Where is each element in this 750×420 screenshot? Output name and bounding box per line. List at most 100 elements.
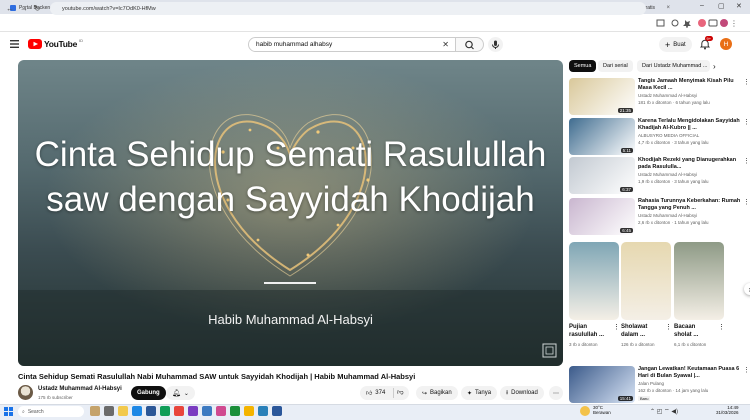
forward-button[interactable]: → xyxy=(20,4,28,13)
system-tray-icons[interactable]: ⌃ ◰ ⌔ ◀︎) xyxy=(650,407,678,415)
more-options-icon[interactable]: ⋮ xyxy=(743,78,750,86)
voice-search-button[interactable] xyxy=(488,37,503,52)
like-count: 374 xyxy=(375,390,386,396)
widgets-icon[interactable] xyxy=(90,406,100,416)
more-options-icon[interactable]: ⋮ xyxy=(743,198,750,206)
download-button[interactable]: ⭳ Download xyxy=(500,386,544,400)
duration-badge: 5:11 xyxy=(620,148,633,153)
recommended-channel: Jalan Pulang xyxy=(638,381,665,386)
video-thumbnail: 21:35 xyxy=(569,78,635,115)
more-options-icon[interactable]: ⋮ xyxy=(718,323,725,331)
app-icon[interactable] xyxy=(160,406,170,416)
more-options-icon[interactable]: ⋮ xyxy=(743,118,750,126)
address-bar-row xyxy=(0,14,750,32)
task-view-icon[interactable] xyxy=(104,406,114,416)
search-icon xyxy=(465,40,474,50)
short-thumbnail[interactable] xyxy=(569,242,619,320)
list-item[interactable]: 5:11 Karena Terlalu Mengidolakan Sayyidah… xyxy=(569,118,750,156)
chrome-icon[interactable] xyxy=(244,406,254,416)
app-icon[interactable] xyxy=(216,406,226,416)
edge-icon[interactable] xyxy=(132,406,142,416)
notifications-button[interactable]: 9+ xyxy=(699,36,713,50)
file-explorer-icon[interactable] xyxy=(118,406,128,416)
thumbs-up-icon: 👍︎ xyxy=(366,391,373,397)
chip-all[interactable]: Semua xyxy=(569,60,597,72)
video-overlay-subtitle: Habib Muhammad Al-Habsyi xyxy=(208,312,373,327)
avatar[interactable]: H xyxy=(720,38,732,50)
store-icon[interactable] xyxy=(146,406,156,416)
more-options-icon[interactable]: ⋮ xyxy=(613,323,620,331)
clock-date: 31/03/2026 xyxy=(716,410,739,415)
close-window-button[interactable]: ✕ xyxy=(736,2,742,10)
clock[interactable]: 14:49 31/03/2026 xyxy=(716,405,739,415)
chip-from-channel[interactable]: Dari Ustadz Muhammad ... xyxy=(637,60,710,72)
menu-kebab-icon: ⋮ xyxy=(730,19,735,28)
short-views: 3 rb x ditonton xyxy=(569,342,598,347)
more-options-icon[interactable]: ⋮ xyxy=(743,366,750,374)
url-input[interactable]: youtube.com/watch?v=Ic7OdK0-HfMw xyxy=(50,2,646,15)
close-tab-icon[interactable]: × xyxy=(666,5,670,11)
shorts-next-button[interactable]: › xyxy=(744,283,750,295)
list-item[interactable]: 21:35 Tangis Jamaah Menyimak Kisah Pilu M… xyxy=(569,78,750,116)
word-icon[interactable] xyxy=(272,406,282,416)
bell-icon: 🔔︎ xyxy=(172,390,181,397)
channel-avatar[interactable] xyxy=(18,385,33,400)
star-icon xyxy=(683,20,691,28)
video-player[interactable]: Cinta Sehidup Semati Rasulullah saw deng… xyxy=(18,60,563,366)
ask-button[interactable]: ✦ Tanya xyxy=(461,386,498,400)
recommended-title: Karena Terlalu Mengidolakan Sayyidah Kha… xyxy=(638,118,740,131)
short-title[interactable]: Pujian rasulullah ... xyxy=(569,323,609,339)
channel-name[interactable]: Ustadz Muhammad Al-Habsyi xyxy=(38,386,122,392)
search-button[interactable] xyxy=(456,37,484,52)
app-icon[interactable] xyxy=(188,406,198,416)
subscribe-bell-button[interactable]: 🔔︎ ⌄ xyxy=(166,386,195,400)
recommended-title: Tangis Jamaah Menyimak Kisah Pilu Masa K… xyxy=(638,78,734,91)
list-item[interactable]: 6:37 Khodijah Rezeki yang Dianugerahkan p… xyxy=(569,157,750,195)
hamburger-menu-icon[interactable] xyxy=(10,40,19,48)
country-code: ID xyxy=(79,38,83,43)
download-label: Download xyxy=(511,390,538,396)
video-thumbnail: 6:37 xyxy=(569,157,635,194)
taskbar-search-input[interactable]: ⌕ Search xyxy=(18,406,84,417)
back-button[interactable]: ← xyxy=(6,4,14,13)
short-title[interactable]: Sholawat dalam ... xyxy=(621,323,661,339)
more-options-icon[interactable]: ⋮ xyxy=(743,157,750,165)
cast-icon xyxy=(656,19,665,27)
short-title[interactable]: Bacaan sholat ... xyxy=(674,323,714,339)
create-button[interactable]: + Buat xyxy=(659,37,692,52)
recommended-channel: Ustadz Muhammad Al-Habsyi xyxy=(638,93,698,98)
recommended-channel: ALBUSYRO MEDIA OFFICIAL xyxy=(638,133,700,138)
zoom-icon xyxy=(671,19,679,27)
list-item[interactable]: 6:45 Rahasia Turunnya Keberkahan: Rumah T… xyxy=(569,198,750,236)
weather-icon xyxy=(580,406,590,416)
minimize-button[interactable]: – xyxy=(700,2,704,9)
share-button[interactable]: ↪ Bagikan xyxy=(416,386,458,400)
short-thumbnail[interactable] xyxy=(621,242,671,320)
short-views: 6,1 rb x ditonton xyxy=(674,342,707,347)
short-thumbnail[interactable] xyxy=(674,242,724,320)
app-icon[interactable] xyxy=(230,406,240,416)
app-icon[interactable] xyxy=(258,406,268,416)
chevron-right-icon[interactable]: › xyxy=(713,62,716,71)
list-item[interactable]: 15:41 Jangan Lewatkan! Keutamaan Puasa 6… xyxy=(569,366,750,404)
weather-widget[interactable]: 30°C Berawan xyxy=(593,405,611,415)
windows-start-icon[interactable] xyxy=(4,407,13,416)
share-icon: ↪ xyxy=(422,390,428,397)
thumbs-down-icon[interactable]: 👎︎ xyxy=(397,388,404,396)
recommended-channel: Ustadz Muhammad Al-Habsyi xyxy=(638,213,698,218)
plus-icon: + xyxy=(665,39,671,50)
search-input[interactable]: habib muhammad alhabsy ✕ xyxy=(248,37,456,52)
account-icon xyxy=(720,19,728,27)
chip-from-series[interactable]: Dari serial xyxy=(598,60,633,72)
maximize-button[interactable]: ▢ xyxy=(718,2,725,10)
more-options-icon[interactable]: ⋮ xyxy=(665,323,672,331)
join-button[interactable]: Gabung xyxy=(131,386,166,400)
youtube-logo[interactable]: YouTube ID xyxy=(28,38,83,50)
app-icon[interactable] xyxy=(174,406,184,416)
reload-button[interactable]: ↻ xyxy=(34,4,41,13)
notification-badge: 9+ xyxy=(705,36,713,41)
clear-search-icon[interactable]: ✕ xyxy=(442,40,449,49)
more-actions-button[interactable]: ⋯ xyxy=(549,386,563,400)
recommended-meta: 1,9 rb x ditonton · 3 tahun yang lalu xyxy=(638,179,709,184)
app-icon[interactable] xyxy=(202,406,212,416)
